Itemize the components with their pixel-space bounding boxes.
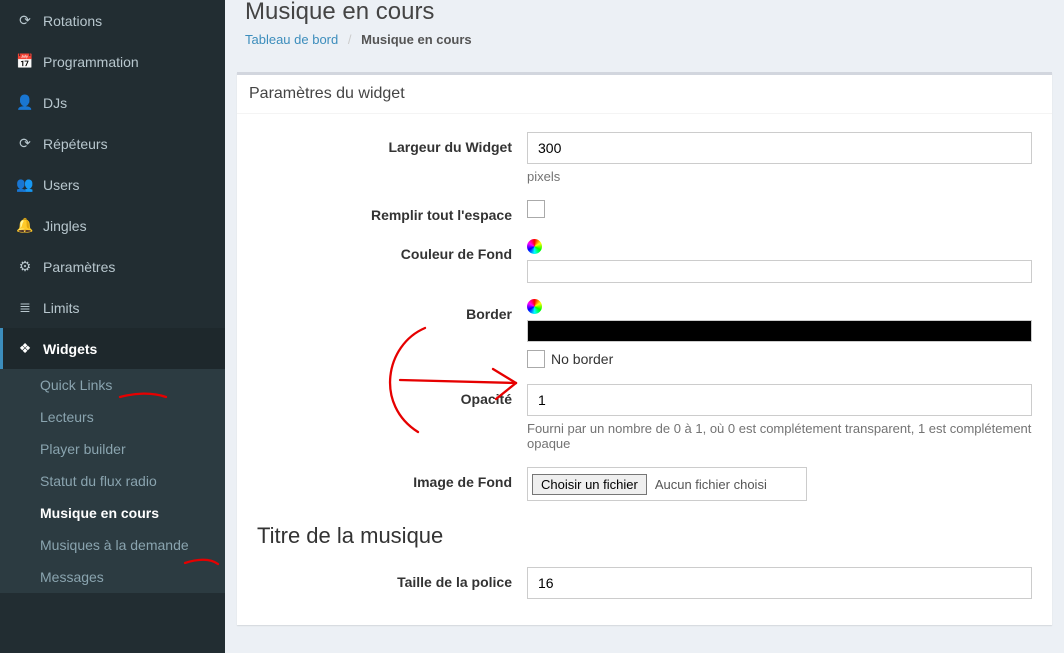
file-input-wrapper: Choisir un fichier Aucun fichier choisi [527, 467, 807, 501]
nav-widgets[interactable]: ❖ Widgets [0, 328, 225, 369]
nav-jingles[interactable]: 🔔 Jingles [0, 205, 225, 246]
nav-rotations[interactable]: ⟳ Rotations [0, 0, 225, 41]
sub-player-builder[interactable]: Player builder [0, 433, 225, 465]
panel-title: Paramètres du widget [237, 75, 1052, 114]
list-icon: ≣ [15, 299, 35, 316]
input-width[interactable] [527, 132, 1032, 164]
input-font-size[interactable] [527, 567, 1032, 599]
nav-label: Répéteurs [43, 136, 108, 152]
nav-parametres[interactable]: ⚙ Paramètres [0, 246, 225, 287]
help-opacity: Fourni par un nombre de 0 à 1, où 0 est … [527, 421, 1032, 451]
sub-quick-links[interactable]: Quick Links [0, 369, 225, 401]
nav-djs[interactable]: 👤 DJs [0, 82, 225, 123]
breadcrumb: Tableau de bord / Musique en cours [245, 32, 1044, 47]
nav-label: Jingles [43, 218, 87, 234]
breadcrumb-root[interactable]: Tableau de bord [245, 32, 338, 47]
help-width: pixels [527, 169, 1032, 184]
sub-statut-flux[interactable]: Statut du flux radio [0, 465, 225, 497]
input-opacity[interactable] [527, 384, 1032, 416]
nav-limits[interactable]: ≣ Limits [0, 287, 225, 328]
colorpicker-icon[interactable] [527, 239, 542, 254]
rotate-icon: ⟳ [15, 12, 35, 29]
widgets-icon: ❖ [15, 340, 35, 357]
bell-icon: 🔔 [15, 217, 35, 234]
label-width: Largeur du Widget [257, 132, 527, 155]
widgets-submenu: Quick Links Lecteurs Player builder Stat… [0, 369, 225, 593]
page-title: Musique en cours [245, 0, 1044, 26]
user-icon: 👤 [15, 94, 35, 111]
nav-users[interactable]: 👥 Users [0, 164, 225, 205]
label-font-size: Taille de la police [257, 567, 527, 590]
nav-label: Users [43, 177, 80, 193]
label-fill: Remplir tout l'espace [257, 200, 527, 223]
nav-label: Limits [43, 300, 80, 316]
label-bg-color: Couleur de Fond [257, 239, 527, 262]
file-button[interactable]: Choisir un fichier [532, 474, 647, 495]
nav-label: Programmation [43, 54, 139, 70]
label-bg-image: Image de Fond [257, 467, 527, 490]
input-border-color[interactable] [527, 320, 1032, 342]
nav-programmation[interactable]: 📅 Programmation [0, 41, 225, 82]
calendar-icon: 📅 [15, 53, 35, 70]
sidebar: ⟳ Rotations 📅 Programmation 👤 DJs ⟳ Répé… [0, 0, 225, 653]
label-border: Border [257, 299, 527, 322]
main-content: Musique en cours Tableau de bord / Musiq… [225, 0, 1064, 653]
nav-repeteurs[interactable]: ⟳ Répéteurs [0, 123, 225, 164]
breadcrumb-sep: / [348, 32, 352, 47]
checkbox-fill[interactable] [527, 200, 545, 218]
label-no-border: No border [551, 351, 613, 367]
colorpicker-icon[interactable] [527, 299, 542, 314]
breadcrumb-current: Musique en cours [361, 32, 472, 47]
file-chosen-label: Aucun fichier choisi [655, 477, 767, 492]
nav-label: Paramètres [43, 259, 115, 275]
sub-messages[interactable]: Messages [0, 561, 225, 593]
section-title-music: Titre de la musique [257, 517, 1032, 553]
nav-label: Rotations [43, 13, 102, 29]
refresh-icon: ⟳ [15, 135, 35, 152]
sub-musique-en-cours[interactable]: Musique en cours [0, 497, 225, 529]
sub-musiques-demande[interactable]: Musiques à la demande [0, 529, 225, 561]
sliders-icon: ⚙ [15, 258, 35, 275]
input-bg-color[interactable] [527, 260, 1032, 283]
users-icon: 👥 [15, 176, 35, 193]
nav-label: DJs [43, 95, 67, 111]
label-opacity: Opacité [257, 384, 527, 407]
widget-settings-panel: Paramètres du widget Largeur du Widget p… [237, 72, 1052, 625]
checkbox-no-border[interactable] [527, 350, 545, 368]
sub-lecteurs[interactable]: Lecteurs [0, 401, 225, 433]
nav-label: Widgets [43, 341, 97, 357]
